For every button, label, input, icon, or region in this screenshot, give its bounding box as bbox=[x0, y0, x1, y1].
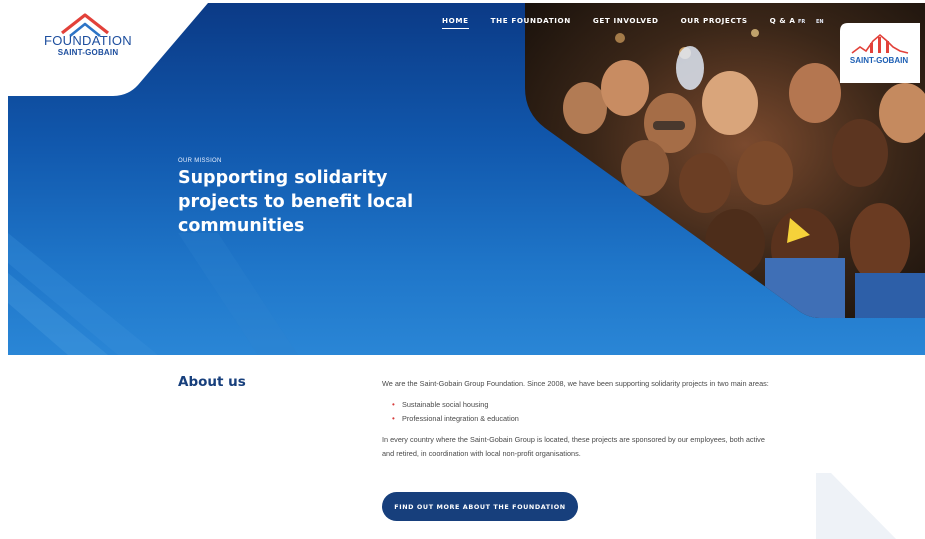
logo-title: FOUNDATION bbox=[44, 33, 132, 48]
logo-subtitle: SAINT-GOBAIN bbox=[57, 48, 119, 57]
bullet-icon: • bbox=[392, 414, 395, 423]
mission-kicker: OUR MISSION bbox=[178, 158, 222, 164]
about-heading: About us bbox=[178, 374, 246, 390]
bullet-icon: • bbox=[392, 400, 395, 409]
nav-qa[interactable]: Q & A bbox=[770, 16, 796, 29]
find-out-more-button[interactable]: FIND OUT MORE ABOUT THE FOUNDATION bbox=[382, 492, 578, 521]
corner-decoration bbox=[816, 473, 896, 539]
saint-gobain-badge-label: SAINT-GOBAIN bbox=[849, 56, 909, 65]
about-areas-list: • Sustainable social housing • Professiona… bbox=[392, 398, 772, 426]
about-text: We are the Saint-Gobain Group Foundation… bbox=[382, 377, 772, 461]
lang-en[interactable]: EN bbox=[816, 19, 824, 25]
logo[interactable]: FOUNDATION SAINT-GOBAIN bbox=[8, 3, 208, 98]
hero-section: FOUNDATION SAINT-GOBAIN SAINT-GOBAIN HOM… bbox=[8, 3, 925, 355]
lang-fr[interactable]: FR bbox=[798, 19, 805, 25]
list-item: • Sustainable social housing bbox=[392, 398, 772, 412]
nav-home[interactable]: HOME bbox=[442, 16, 469, 29]
nav-our-projects[interactable]: OUR PROJECTS bbox=[681, 16, 748, 29]
nav-get-involved[interactable]: GET INVOLVED bbox=[593, 16, 659, 29]
about-intro: We are the Saint-Gobain Group Foundation… bbox=[382, 379, 769, 388]
saint-gobain-badge bbox=[840, 23, 920, 83]
about-area-label: Professional integration & education bbox=[402, 414, 519, 423]
page: FOUNDATION SAINT-GOBAIN SAINT-GOBAIN HOM… bbox=[8, 3, 925, 539]
about-closing: In every country where the Saint-Gobain … bbox=[382, 435, 765, 458]
nav-the-foundation[interactable]: THE FOUNDATION bbox=[491, 16, 571, 29]
about-area-label: Sustainable social housing bbox=[402, 400, 489, 409]
main-nav: HOME THE FOUNDATION GET INVOLVED OUR PRO… bbox=[442, 16, 818, 29]
mission-title: Supporting solidarity projects to benefi… bbox=[178, 166, 468, 238]
list-item: • Professional integration & education bbox=[392, 412, 772, 426]
